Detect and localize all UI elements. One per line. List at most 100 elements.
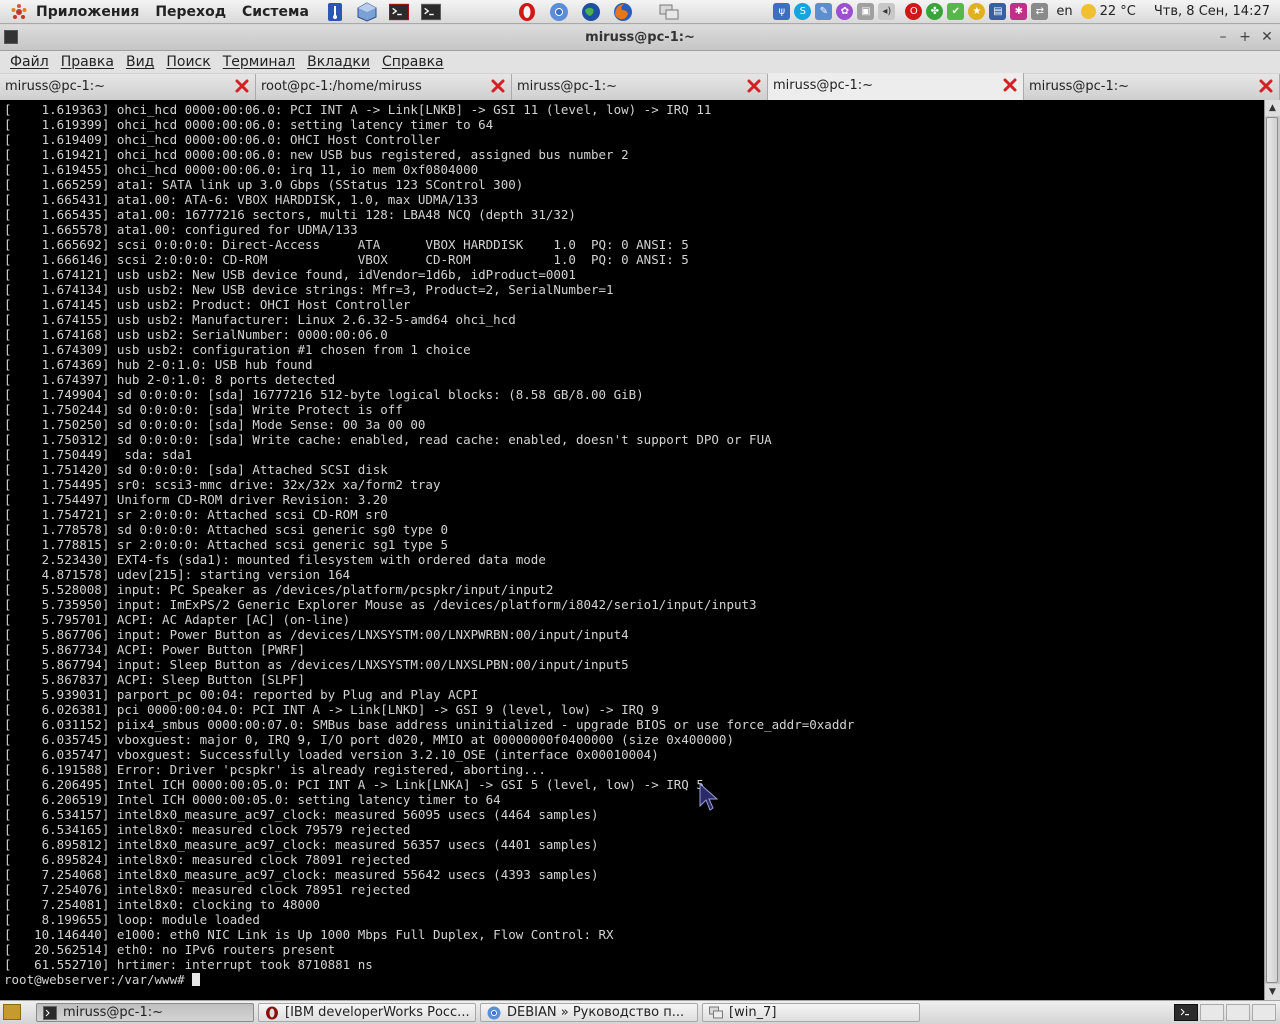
terminal-scrollbar[interactable]: ▲ ▼ bbox=[1264, 100, 1280, 1000]
launcher-thermometer-icon[interactable] bbox=[325, 2, 345, 22]
terminal-line: [ 1.619409] ohci_hcd 0000:00:06.0: OHCI … bbox=[4, 132, 441, 147]
tray-clipboard-icon[interactable]: ✎ bbox=[815, 3, 833, 20]
terminal-line: [ 6.895824] intel8x0: measured clock 780… bbox=[4, 852, 411, 867]
tab-5[interactable]: miruss@pc-1:~ bbox=[1024, 74, 1280, 100]
launcher-globe-icon[interactable] bbox=[581, 2, 601, 22]
terminal-line: [ 5.939031] parport_pc 00:04: reported b… bbox=[4, 687, 479, 702]
tab-3[interactable]: miruss@pc-1:~ bbox=[512, 74, 768, 100]
keyboard-layout-indicator[interactable]: en bbox=[1056, 4, 1072, 19]
terminal-line: [ 5.867706] input: Power Button as /devi… bbox=[4, 627, 629, 642]
task-win7[interactable]: [win_7] bbox=[702, 1003, 920, 1022]
menu-terminal[interactable]: Терминал bbox=[223, 54, 295, 70]
launcher-terminal-icon[interactable] bbox=[420, 2, 441, 22]
window-titlebar[interactable]: miruss@pc-1:~ – + ✕ bbox=[0, 25, 1280, 51]
tab-close-icon[interactable] bbox=[235, 79, 249, 93]
tray-opera-icon[interactable]: O bbox=[905, 3, 923, 20]
tray-clover-icon[interactable]: ✤ bbox=[926, 3, 944, 20]
gnome-foot-icon[interactable] bbox=[8, 1, 30, 23]
menu-tabs[interactable]: Вкладки bbox=[307, 54, 370, 70]
task-chromium[interactable]: DEBIAN » Руководство п... bbox=[480, 1003, 698, 1022]
opera-icon bbox=[266, 1006, 278, 1020]
terminal-line: [ 6.206495] Intel ICH 0000:00:05.0: PCI … bbox=[4, 777, 704, 792]
menu-applications[interactable]: Приложения bbox=[36, 4, 139, 20]
terminal-output[interactable]: [ 1.619363] ohci_hcd 0000:00:06.0: PCI I… bbox=[0, 100, 1264, 1000]
menu-edit[interactable]: Правка bbox=[61, 54, 114, 70]
terminal-line: [ 1.749904] sd 0:0:0:0: [sda] 16777216 5… bbox=[4, 387, 644, 402]
terminal-line: [ 7.254068] intel8x0_measure_ac97_clock:… bbox=[4, 867, 599, 882]
terminal-icon bbox=[43, 1006, 57, 1020]
terminal-line: [ 1.778815] sr 2:0:0:0: Attached scsi ge… bbox=[4, 537, 449, 552]
workspace-2[interactable] bbox=[1200, 1004, 1224, 1021]
menu-view[interactable]: Вид bbox=[126, 54, 154, 70]
launcher-firefox-icon[interactable] bbox=[613, 2, 633, 22]
task-terminal[interactable]: miruss@pc-1:~ bbox=[36, 1003, 254, 1022]
tray-skype-icon[interactable]: S bbox=[794, 3, 812, 20]
scrollbar-thumb[interactable] bbox=[1266, 117, 1278, 983]
tray-notes-icon[interactable]: ▤ bbox=[989, 3, 1007, 20]
mouse-pointer-icon bbox=[699, 782, 719, 811]
scroll-down-arrow-icon[interactable]: ▼ bbox=[1265, 984, 1280, 1000]
terminal-line: [ 5.867794] input: Sleep Button as /devi… bbox=[4, 657, 629, 672]
launcher-terminal-red-icon[interactable] bbox=[388, 2, 409, 22]
scroll-up-arrow-icon[interactable]: ▲ bbox=[1265, 100, 1280, 116]
terminal-line: [ 20.562514] eth0: no IPv6 routers prese… bbox=[4, 942, 336, 957]
tray-volume-icon[interactable]: ◂) bbox=[878, 3, 896, 20]
terminal-prompt[interactable]: root@webserver:/var/www# bbox=[4, 972, 201, 987]
tab-close-icon[interactable] bbox=[491, 79, 505, 93]
minimize-button[interactable]: – bbox=[1214, 28, 1232, 46]
terminal-line: [ 6.895812] intel8x0_measure_ac97_clock:… bbox=[4, 837, 599, 852]
tab-4[interactable]: miruss@pc-1:~ bbox=[768, 73, 1024, 100]
terminal-line: [ 1.750250] sd 0:0:0:0: [sda] Mode Sense… bbox=[4, 417, 426, 432]
terminal-line: [ 1.750244] sd 0:0:0:0: [sda] Write Prot… bbox=[4, 402, 403, 417]
tray-gift-icon[interactable]: ✱ bbox=[1010, 3, 1028, 20]
terminal-line: [ 8.199655] loop: module loaded bbox=[4, 912, 260, 927]
show-desktop-icon[interactable] bbox=[3, 1004, 21, 1020]
tray-wireless-icon[interactable]: ψ bbox=[773, 3, 791, 20]
terminal-line: [ 1.665435] ata1.00: 16777216 sectors, m… bbox=[4, 207, 576, 222]
launcher-chromium-icon[interactable] bbox=[549, 2, 569, 22]
terminal-line: [ 7.254081] intel8x0: clocking to 48000 bbox=[4, 897, 321, 912]
terminal-line: [ 5.735950] input: ImExPS/2 Generic Expl… bbox=[4, 597, 757, 612]
task-label: DEBIAN » Руководство п... bbox=[507, 1005, 685, 1020]
workspace-3[interactable] bbox=[1226, 1004, 1250, 1021]
launcher-virtualbox-icon[interactable] bbox=[357, 1, 377, 22]
close-window-button[interactable]: ✕ bbox=[1258, 28, 1276, 46]
menu-places[interactable]: Переход bbox=[155, 4, 226, 20]
tab-close-icon[interactable] bbox=[1003, 78, 1017, 92]
tray-star-icon[interactable]: ★ bbox=[968, 3, 986, 20]
workspace-4[interactable] bbox=[1252, 1004, 1276, 1021]
workspace-1[interactable] bbox=[1174, 1004, 1198, 1021]
launcher-network-icon[interactable] bbox=[659, 2, 679, 22]
tab-label: miruss@pc-1:~ bbox=[5, 79, 106, 94]
launcher-opera-icon[interactable] bbox=[517, 2, 537, 22]
maximize-button[interactable]: + bbox=[1236, 28, 1254, 46]
tray-pidgin-icon[interactable]: ✿ bbox=[836, 3, 854, 20]
tab-label: root@pc-1:/home/miruss bbox=[261, 79, 422, 94]
terminal-line: [ 7.254076] intel8x0: measured clock 789… bbox=[4, 882, 411, 897]
terminal-line: [ 1.750449] sda: sda1 bbox=[4, 447, 193, 462]
panel-clock[interactable]: Чтв, 8 Сен, 14:27 bbox=[1154, 4, 1270, 19]
weather-temperature[interactable]: 22 °C bbox=[1100, 4, 1136, 19]
terminal-line: [ 10.146440] e1000: eth0 NIC Link is Up … bbox=[4, 927, 614, 942]
menu-help[interactable]: Справка bbox=[382, 54, 444, 70]
tab-close-icon[interactable] bbox=[1259, 79, 1273, 93]
tab-1[interactable]: miruss@pc-1:~ bbox=[0, 74, 256, 100]
terminal-line: [ 1.754721] sr 2:0:0:0: Attached scsi CD… bbox=[4, 507, 388, 522]
terminal-line: [ 1.674121] usb usb2: New USB device fou… bbox=[4, 267, 576, 282]
bottom-panel: miruss@pc-1:~ [IBM developerWorks Росс..… bbox=[0, 1000, 1280, 1024]
task-label: [IBM developerWorks Росс... bbox=[285, 1005, 470, 1020]
terminal-line: [ 5.867837] ACPI: Sleep Button [SLPF] bbox=[4, 672, 306, 687]
menu-search[interactable]: Поиск bbox=[166, 54, 210, 70]
tray-network-icon[interactable]: ⇄ bbox=[1031, 3, 1049, 20]
tab-2[interactable]: root@pc-1:/home/miruss bbox=[256, 74, 512, 100]
window-title: miruss@pc-1:~ bbox=[585, 30, 695, 45]
terminal-line: [ 1.619455] ohci_hcd 0000:00:06.0: irq 1… bbox=[4, 162, 479, 177]
tab-close-icon[interactable] bbox=[747, 79, 761, 93]
weather-sun-icon[interactable] bbox=[1080, 4, 1096, 19]
tray-monitor-icon[interactable]: ▣ bbox=[857, 3, 875, 20]
terminal-line: [ 1.665431] ata1.00: ATA-6: VBOX HARDDIS… bbox=[4, 192, 479, 207]
task-opera[interactable]: [IBM developerWorks Росс... bbox=[258, 1003, 476, 1022]
menu-system[interactable]: Система bbox=[242, 4, 309, 20]
menu-file[interactable]: Файл bbox=[10, 54, 49, 70]
tray-check-icon[interactable]: ✔ bbox=[947, 3, 965, 20]
